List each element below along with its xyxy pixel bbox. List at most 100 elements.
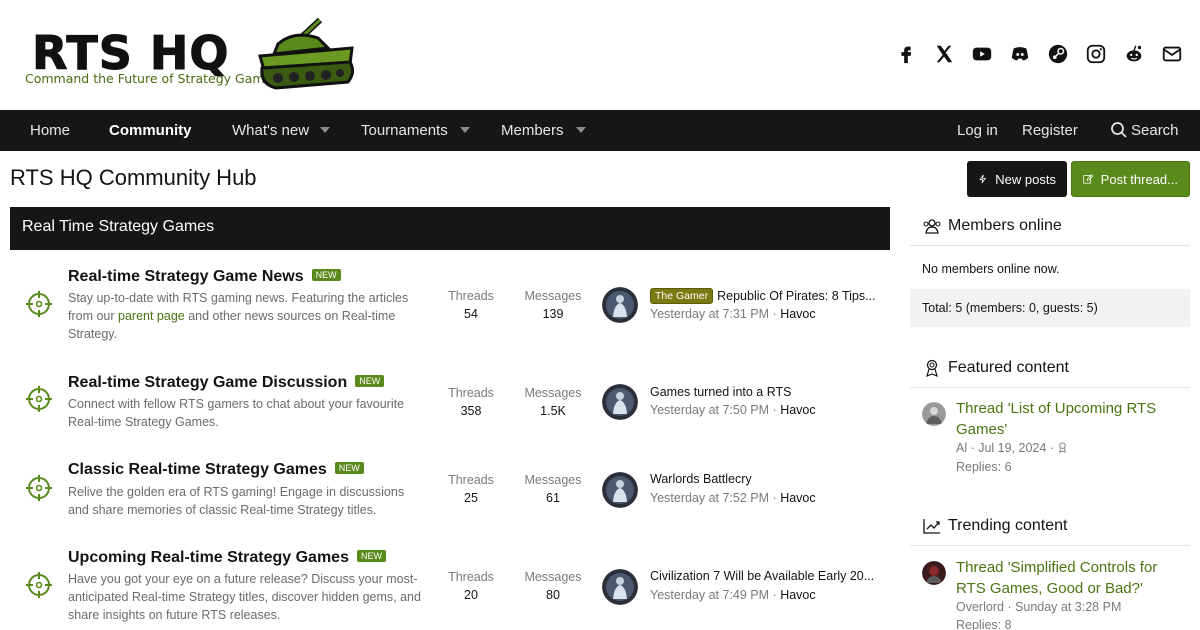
last-post-meta: Yesterday at 7:31 PM · Havoc	[650, 307, 816, 321]
parent-page-link[interactable]: parent page	[118, 309, 185, 323]
threads-stat: Threads 20	[436, 568, 506, 604]
forum-row: Classic Real-time Strategy Games NEW Reli…	[10, 440, 890, 535]
forum-description: Connect with fellow RTS gamers to chat a…	[68, 397, 405, 429]
forum-title[interactable]: Real-time Strategy Game News NEW	[68, 268, 341, 286]
steam-icon[interactable]	[1046, 42, 1070, 66]
trending-thread-link[interactable]: Thread 'Simplified Controls for RTS Game…	[956, 557, 1186, 599]
last-post-meta: Yesterday at 7:52 PM · Havoc	[650, 491, 816, 505]
crosshair-icon	[26, 475, 52, 501]
threads-count: 20	[464, 588, 478, 602]
forum-description: Stay up-to-date with RTS gaming news. Fe…	[68, 289, 428, 343]
last-post-time[interactable]: Yesterday at 7:50 PM	[650, 403, 769, 417]
search-icon[interactable]	[1110, 121, 1128, 139]
nav-home[interactable]: Home	[30, 110, 70, 151]
featured-meta-text: Al · Jul 19, 2024 ·	[956, 441, 1054, 455]
last-post-meta: Yesterday at 7:50 PM · Havoc	[650, 403, 816, 417]
logo-wordmark: RTS HQ	[31, 26, 230, 80]
nav-community[interactable]: Community	[109, 110, 192, 151]
forum-title-link[interactable]: Upcoming Real-time Strategy Games	[68, 549, 349, 566]
avatar[interactable]	[922, 402, 946, 426]
featured-content-header[interactable]: Featured content	[910, 349, 1190, 388]
forum-row: Upcoming Real-time Strategy Games NEW Hav…	[10, 535, 890, 630]
forum-description: Relive the golden era of RTS gaming! Eng…	[68, 485, 405, 517]
crosshair-icon	[26, 572, 52, 598]
last-post-meta: Yesterday at 7:49 PM · Havoc	[650, 588, 816, 602]
forum-title[interactable]: Upcoming Real-time Strategy Games NEW	[68, 549, 386, 567]
avatar[interactable]	[602, 569, 638, 605]
messages-stat: Messages 61	[518, 471, 588, 507]
post-thread-label: Post thread...	[1100, 171, 1178, 187]
nav-members[interactable]: Members	[501, 110, 564, 151]
threads-stat: Threads 358	[436, 384, 506, 420]
last-post-user[interactable]: Havoc	[780, 588, 815, 602]
mail-icon[interactable]	[1160, 42, 1184, 66]
members-online-header[interactable]: Members online	[910, 207, 1190, 246]
new-badge: NEW	[311, 269, 341, 281]
prefix-badge[interactable]: The Gamer	[650, 288, 714, 304]
youtube-icon[interactable]	[970, 42, 994, 66]
avatar[interactable]	[602, 287, 638, 323]
featured-content-title: Featured content	[948, 359, 1069, 376]
meta-separator: ·	[772, 403, 777, 417]
whats-new-caret-icon[interactable]	[320, 127, 330, 133]
last-post-time[interactable]: Yesterday at 7:52 PM	[650, 491, 769, 505]
meta-separator: ·	[772, 588, 777, 602]
trending-icon	[923, 519, 940, 534]
forum-title-link[interactable]: Classic Real-time Strategy Games	[68, 461, 327, 478]
threads-stat: Threads 25	[436, 471, 506, 507]
last-post-user[interactable]: Havoc	[780, 403, 815, 417]
members-caret-icon[interactable]	[576, 127, 586, 133]
featured-thread-link[interactable]: Thread 'List of Upcoming RTS Games'	[956, 398, 1186, 440]
last-post-time[interactable]: Yesterday at 7:31 PM	[650, 307, 769, 321]
last-post-user[interactable]: Havoc	[780, 491, 815, 505]
messages-label: Messages	[524, 289, 582, 303]
forum-title[interactable]: Classic Real-time Strategy Games NEW	[68, 461, 364, 479]
forum-row: Real-time Strategy Game Discussion NEW Co…	[10, 350, 890, 440]
page-title: RTS HQ Community Hub	[10, 165, 257, 190]
site-logo[interactable]: RTS HQ Command the Future of Strategy Ga…	[22, 16, 362, 96]
messages-count: 80	[546, 588, 560, 602]
messages-label: Messages	[524, 570, 582, 584]
facebook-icon[interactable]	[894, 42, 918, 66]
trending-content-header[interactable]: Trending content	[910, 507, 1190, 546]
last-post-title[interactable]: Civilization 7 Will be Available Early 2…	[650, 569, 880, 583]
messages-count: 61	[546, 491, 560, 505]
forum-title[interactable]: Real-time Strategy Game Discussion NEW	[68, 374, 385, 392]
discord-icon[interactable]	[1008, 42, 1032, 66]
nav-whats-new[interactable]: What's new	[232, 110, 309, 151]
new-posts-button[interactable]: New posts	[967, 161, 1067, 197]
forum-title-link[interactable]: Real-time Strategy Game Discussion	[68, 374, 347, 391]
messages-stat: Messages 80	[518, 568, 588, 604]
forum-title-link[interactable]: Real-time Strategy Game News	[68, 268, 304, 285]
instagram-icon[interactable]	[1084, 42, 1108, 66]
search-link[interactable]: Search	[1131, 110, 1179, 151]
category-header[interactable]: Real Time Strategy Games	[10, 207, 890, 250]
threads-count: 25	[464, 491, 478, 505]
social-links	[894, 42, 1184, 66]
last-post-title[interactable]: Warlords Battlecry	[650, 472, 880, 486]
forum-row: Real-time Strategy Game News NEW Stay up-…	[10, 250, 890, 350]
trending-content-title: Trending content	[948, 517, 1068, 534]
threads-count: 54	[464, 307, 478, 321]
avatar[interactable]	[922, 561, 946, 585]
last-post-title[interactable]: The Gamer Republic Of Pirates: 8 Tips...	[650, 288, 880, 304]
last-post-user[interactable]: Havoc	[780, 307, 815, 321]
tank-icon	[258, 17, 355, 90]
meta-separator: ·	[772, 307, 777, 321]
last-post-time[interactable]: Yesterday at 7:49 PM	[650, 588, 769, 602]
avatar[interactable]	[602, 472, 638, 508]
messages-label: Messages	[524, 386, 582, 400]
edit-icon	[1083, 174, 1093, 184]
new-badge: NEW	[355, 375, 385, 387]
last-post-title-text[interactable]: Republic Of Pirates: 8 Tips...	[717, 289, 875, 303]
nav-tournaments[interactable]: Tournaments	[361, 110, 448, 151]
post-thread-button[interactable]: Post thread...	[1071, 161, 1190, 197]
messages-count: 1.5K	[540, 404, 566, 418]
login-link[interactable]: Log in	[957, 110, 998, 151]
register-link[interactable]: Register	[1022, 110, 1078, 151]
x-icon[interactable]	[932, 42, 956, 66]
tournaments-caret-icon[interactable]	[460, 127, 470, 133]
avatar[interactable]	[602, 384, 638, 420]
last-post-title[interactable]: Games turned into a RTS	[650, 385, 880, 399]
reddit-icon[interactable]	[1122, 42, 1146, 66]
